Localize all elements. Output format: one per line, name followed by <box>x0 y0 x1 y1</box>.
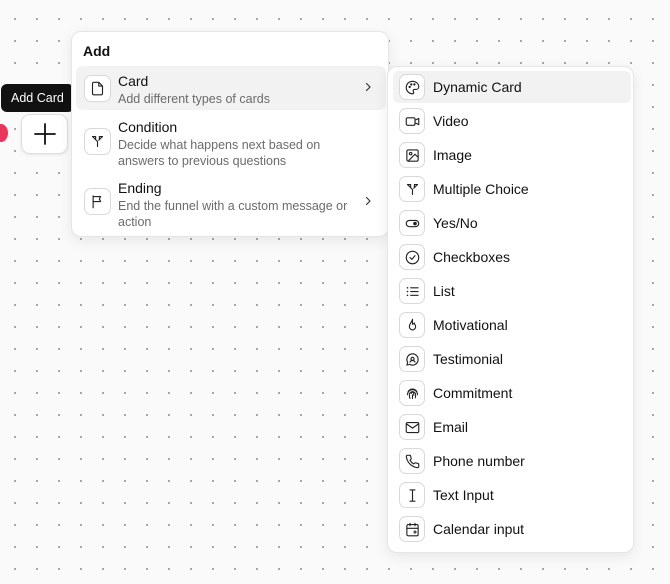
file-icon <box>84 75 111 102</box>
canvas-node-dot <box>0 124 8 142</box>
menu-item-description: Add different types of cards <box>118 92 270 106</box>
submenu-item-label: Multiple Choice <box>433 181 529 197</box>
submenu-item-multiple-choice[interactable]: Multiple Choice <box>393 173 631 205</box>
submenu-item-calendar-input[interactable]: Calendar input <box>393 513 631 545</box>
menu-item-title: Card <box>118 73 149 89</box>
menu-item-title: Condition <box>118 119 178 135</box>
submenu-item-label: Testimonial <box>433 351 504 367</box>
submenu-item-label: Calendar input <box>433 521 525 537</box>
video-icon <box>399 108 425 134</box>
toggle-icon <box>399 210 425 236</box>
menu-title: Add <box>83 43 111 59</box>
submenu-item-dynamic-card[interactable]: Dynamic Card <box>393 71 631 103</box>
submenu-item-phone-number[interactable]: Phone number <box>393 445 631 477</box>
list-icon <box>399 278 425 304</box>
add-card-button[interactable] <box>21 114 68 154</box>
check-circle-icon <box>399 244 425 270</box>
submenu-item-label: Image <box>433 147 472 163</box>
submenu-item-testimonial[interactable]: Testimonial <box>393 343 631 375</box>
submenu-item-label: Email <box>433 419 469 435</box>
menu-item-ending[interactable]: Ending End the funnel with a custom mess… <box>76 174 386 230</box>
submenu-item-label: Yes/No <box>433 215 478 231</box>
submenu-item-text-input[interactable]: Text Input <box>393 479 631 511</box>
submenu-item-commitment[interactable]: Commitment <box>393 377 631 409</box>
submenu-item-motivational[interactable]: Motivational <box>393 309 631 341</box>
split-icon <box>84 128 111 155</box>
tooltip-label: Add Card <box>11 91 64 105</box>
submenu-item-image[interactable]: Image <box>393 139 631 171</box>
submenu-item-label: Commitment <box>433 385 513 401</box>
flame-icon <box>399 312 425 338</box>
fingerprint-icon <box>399 380 425 406</box>
flag-icon <box>84 188 111 215</box>
submenu-item-list[interactable]: List <box>393 275 631 307</box>
menu-item-description: End the funnel with a custom message or … <box>118 199 348 229</box>
submenu-item-label: Video <box>433 113 469 129</box>
chevron-right-icon <box>362 195 374 207</box>
menu-item-description: Decide what happens next based on answer… <box>118 138 321 168</box>
quote-bubble-icon <box>399 346 425 372</box>
image-icon <box>399 142 425 168</box>
submenu-item-label: Text Input <box>433 487 494 503</box>
submenu-item-label: List <box>433 283 455 299</box>
submenu-item-checkboxes[interactable]: Checkboxes <box>393 241 631 273</box>
split-icon <box>399 176 425 202</box>
add-menu: Add Card Add different types of cards Co… <box>71 31 389 237</box>
menu-item-condition[interactable]: Condition Decide what happens next based… <box>76 114 386 170</box>
chevron-right-icon <box>362 81 374 93</box>
add-card-tooltip: Add Card <box>1 84 74 112</box>
calendar-icon <box>399 516 425 542</box>
menu-item-title: Ending <box>118 180 162 196</box>
submenu-item-label: Motivational <box>433 317 508 333</box>
menu-item-card[interactable]: Card Add different types of cards <box>76 66 386 110</box>
submenu-item-video[interactable]: Video <box>393 105 631 137</box>
phone-icon <box>399 448 425 474</box>
palette-icon <box>399 74 425 100</box>
card-type-submenu: Dynamic Card Video Image Multiple Choice… <box>387 66 634 553</box>
submenu-item-label: Phone number <box>433 453 525 469</box>
submenu-item-yes-no[interactable]: Yes/No <box>393 207 631 239</box>
submenu-item-label: Dynamic Card <box>433 79 522 95</box>
text-cursor-icon <box>399 482 425 508</box>
plus-icon <box>33 122 57 146</box>
mail-icon <box>399 414 425 440</box>
submenu-item-label: Checkboxes <box>433 249 511 265</box>
submenu-item-email[interactable]: Email <box>393 411 631 443</box>
